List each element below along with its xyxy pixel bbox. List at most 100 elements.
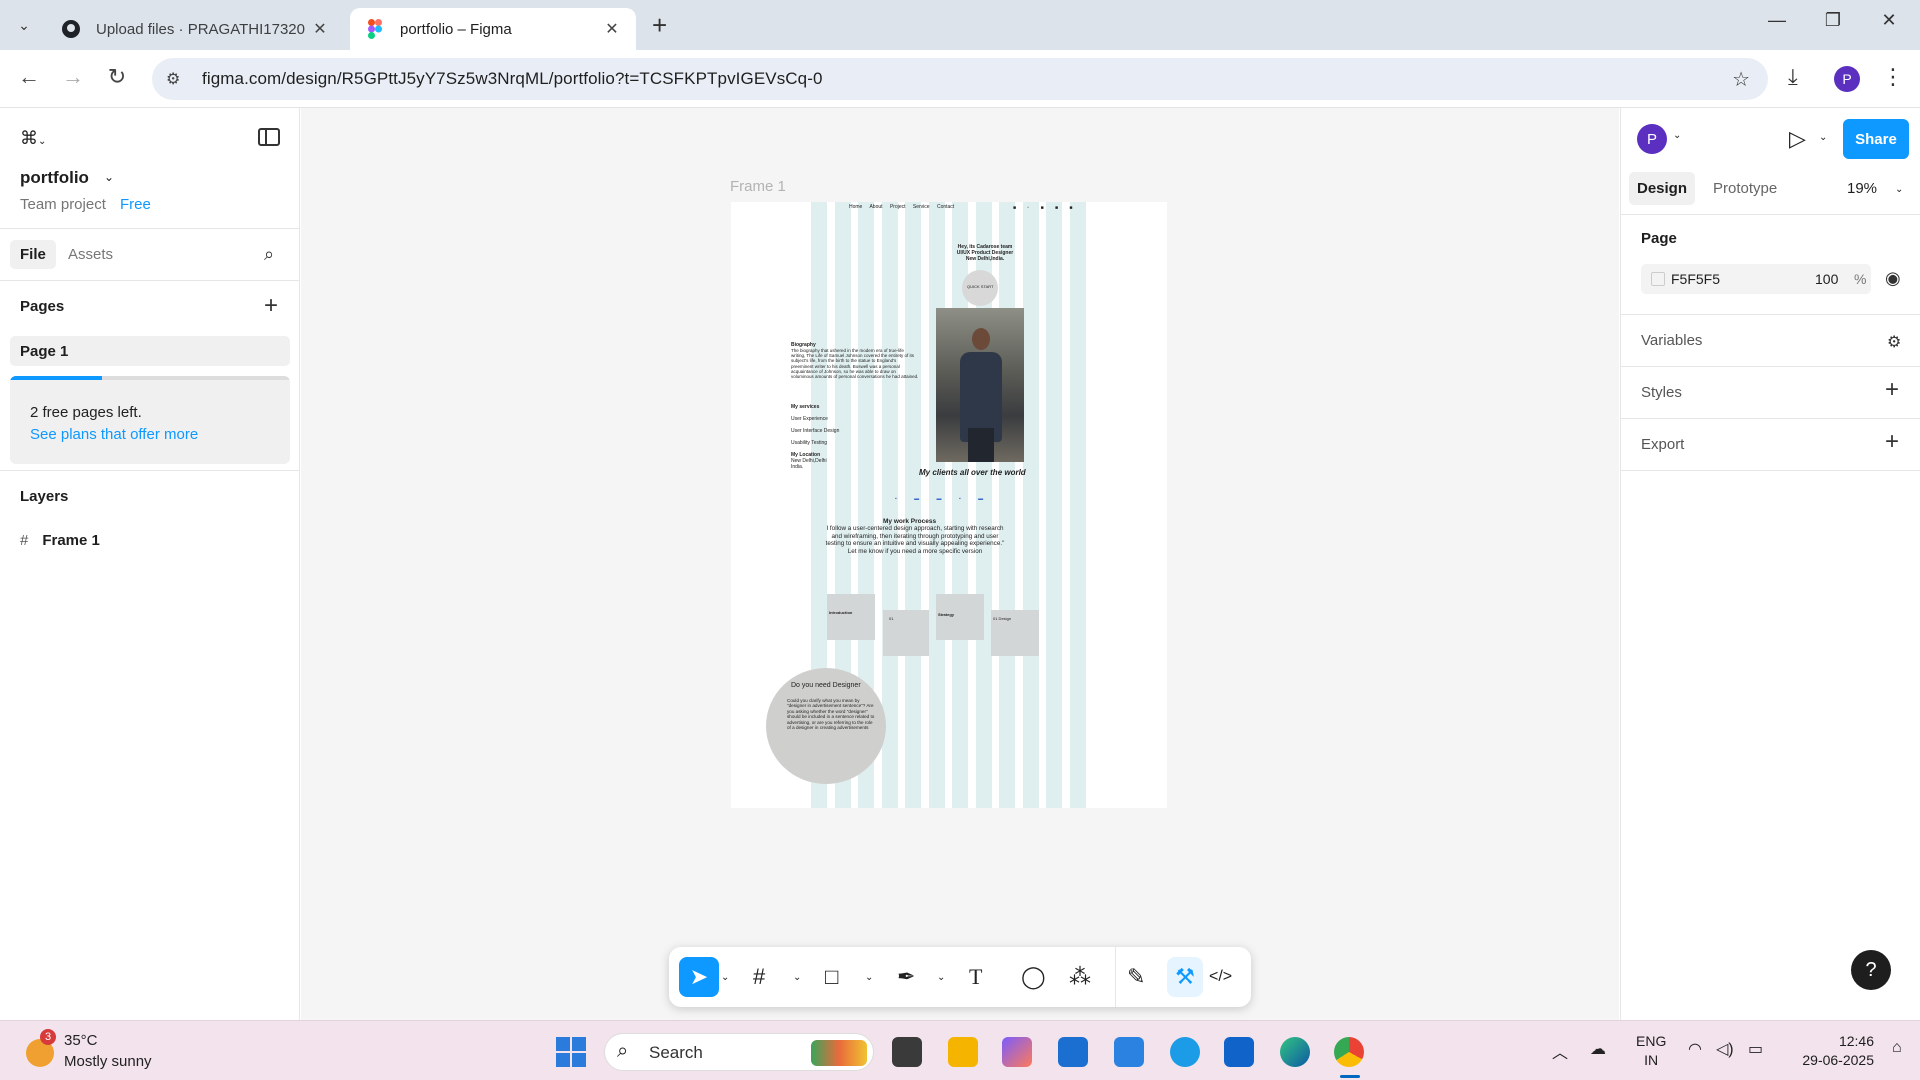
service-item: Usability Testing <box>791 440 828 446</box>
minimize-icon[interactable]: — <box>1754 10 1800 31</box>
site-info-icon[interactable]: ⚙ <box>166 69 188 89</box>
user-avatar[interactable]: P <box>1637 124 1667 154</box>
weather-temp[interactable]: 35°C <box>64 1032 98 1049</box>
page-fill-row[interactable]: F5F5F5 100 % <box>1641 264 1871 294</box>
nav-item: Home <box>849 204 863 210</box>
notification-bell-icon[interactable]: ⌂ <box>1892 1039 1902 1057</box>
task-view-icon[interactable] <box>892 1037 922 1067</box>
toolbar-divider <box>1115 947 1116 1007</box>
add-page-icon[interactable]: + <box>264 292 278 320</box>
chevron-down-icon[interactable]: ⌄ <box>1819 132 1827 143</box>
tab-figma[interactable]: portfolio – Figma ✕ <box>350 8 636 50</box>
taskbar-search[interactable]: ⌕ Search <box>604 1033 874 1071</box>
tab-prototype[interactable]: Prototype <box>1713 180 1777 197</box>
actions-tool-icon[interactable]: ⁂ <box>1069 957 1091 997</box>
volume-icon[interactable]: ◁) <box>1716 1039 1734 1059</box>
social-icons: ■ ▫ ■ ■ ■ <box>1013 205 1078 211</box>
language-indicator[interactable]: ENG IN <box>1636 1032 1666 1070</box>
pen-tool-icon[interactable]: ✒ <box>897 957 915 997</box>
store-icon[interactable] <box>1058 1037 1088 1067</box>
new-tab-button[interactable]: + <box>652 10 667 41</box>
tab-design[interactable]: Design <box>1629 172 1696 205</box>
url-field[interactable]: ⚙ figma.com/design/R5GPttJ5yY7Sz5w3NrqML… <box>152 58 1768 100</box>
help-button[interactable]: ? <box>1851 950 1891 990</box>
bookmark-star-icon[interactable]: ☆ <box>1732 67 1750 92</box>
file-name[interactable]: portfolio <box>20 168 89 188</box>
battery-icon[interactable]: ▭ <box>1748 1039 1763 1059</box>
file-explorer-icon[interactable] <box>948 1037 978 1067</box>
windows-start-icon[interactable] <box>556 1037 586 1067</box>
see-plans-link[interactable]: See plans that offer more <box>30 426 198 443</box>
frame-label[interactable]: Frame 1 <box>730 178 786 195</box>
forward-icon[interactable]: → <box>58 64 88 90</box>
back-icon[interactable]: ← <box>14 64 44 90</box>
chevron-down-icon[interactable]: ⌄ <box>104 170 114 184</box>
dev-mode-icon[interactable]: </> <box>1209 957 1232 997</box>
restore-icon[interactable]: ❐ <box>1810 10 1856 31</box>
chevron-down-icon[interactable]: ⌄ <box>865 957 873 997</box>
fill-opacity[interactable]: 100 <box>1815 271 1838 287</box>
eye-icon[interactable]: ◉ <box>1885 268 1901 289</box>
present-play-icon[interactable]: ▷ <box>1789 126 1806 152</box>
weather-condition[interactable]: Mostly sunny <box>64 1053 152 1070</box>
page-item[interactable]: Page 1 <box>10 336 290 366</box>
close-icon[interactable]: ✕ <box>602 19 622 39</box>
wifi-icon[interactable]: ◠ <box>1688 1039 1702 1059</box>
fill-hex[interactable]: F5F5F5 <box>1671 271 1720 287</box>
service-item: User Experience <box>791 416 828 422</box>
figma-menu-icon[interactable]: ⌘⌄ <box>20 128 46 149</box>
profile-avatar[interactable]: P <box>1834 66 1860 92</box>
comment-tool-icon[interactable]: ◯ <box>1021 957 1046 997</box>
chevron-down-icon[interactable]: ⌄ <box>1673 130 1681 141</box>
nav-item: Project <box>889 204 906 210</box>
weather-app-icon[interactable] <box>1170 1037 1200 1067</box>
rectangle-tool-icon[interactable]: □ <box>825 957 838 997</box>
download-icon[interactable]: ⤓ <box>1788 64 1798 90</box>
search-icon[interactable]: ⌕ <box>264 244 274 265</box>
tab-github[interactable]: Upload files · PRAGATHI17320 ✕ <box>46 8 344 50</box>
add-export-icon[interactable]: + <box>1885 428 1899 456</box>
panel-toggle-icon[interactable] <box>258 128 280 146</box>
tab-assets[interactable]: Assets <box>68 246 113 263</box>
color-swatch[interactable] <box>1651 272 1665 286</box>
move-tool-icon[interactable]: ➤ <box>679 957 719 997</box>
taskbar: 3 35°C Mostly sunny ⌕ Search ︿ ☁ ENG IN … <box>0 1020 1920 1080</box>
frame-1[interactable]: Home About Project Service Contact ■ ▫ ■… <box>731 202 1167 808</box>
variables-heading[interactable]: Variables <box>1641 332 1702 349</box>
zoom-level[interactable]: 19% <box>1847 180 1877 197</box>
tab-search-button[interactable]: ⌄ <box>10 12 38 38</box>
free-pages-progress-fill <box>10 376 103 380</box>
chevron-down-icon[interactable]: ⌄ <box>1895 184 1903 195</box>
step-card: Strategy <box>936 594 984 640</box>
chrome-icon[interactable] <box>1334 1037 1364 1067</box>
close-icon[interactable]: ✕ <box>310 19 330 39</box>
onedrive-cloud-icon[interactable]: ☁ <box>1590 1039 1606 1059</box>
share-button[interactable]: Share <box>1843 119 1909 159</box>
design-mode-icon[interactable]: ⚒ <box>1167 957 1203 997</box>
edge-icon[interactable] <box>1280 1037 1310 1067</box>
add-style-icon[interactable]: + <box>1885 376 1899 404</box>
draw-mode-icon[interactable]: ✎ <box>1127 957 1145 997</box>
reload-icon[interactable]: ↻ <box>102 64 132 90</box>
chevron-down-icon[interactable]: ⌄ <box>937 957 945 997</box>
plan-badge[interactable]: Free <box>120 196 151 213</box>
canvas[interactable]: Frame 1 Home About Project Service Conta… <box>301 108 1619 1020</box>
tab-title: portfolio – Figma <box>400 20 512 38</box>
chevron-down-icon[interactable]: ⌄ <box>721 957 729 997</box>
copilot-icon[interactable] <box>1002 1037 1032 1067</box>
tab-file[interactable]: File <box>10 240 56 269</box>
quick-start-label: QUICK START <box>967 284 994 289</box>
browser-menu-icon[interactable]: ⋮ <box>1882 64 1904 90</box>
close-window-icon[interactable]: ✕ <box>1866 10 1912 31</box>
chevron-down-icon[interactable]: ⌄ <box>793 957 801 997</box>
myhp-icon[interactable] <box>1114 1037 1144 1067</box>
variables-icon[interactable]: ⚙ <box>1887 332 1901 352</box>
chevron-up-icon[interactable]: ︿ <box>1552 1039 1568 1063</box>
outlook-icon[interactable] <box>1224 1037 1254 1067</box>
layer-item[interactable]: # Frame 1 <box>20 532 100 549</box>
cta-title: Do you need Designer <box>791 682 861 689</box>
frame-tool-icon[interactable]: # <box>753 957 765 997</box>
step-label: Strategy <box>938 612 955 617</box>
clock[interactable]: 12:46 29-06-2025 <box>1784 1032 1874 1070</box>
text-tool-icon[interactable]: T <box>969 957 982 997</box>
